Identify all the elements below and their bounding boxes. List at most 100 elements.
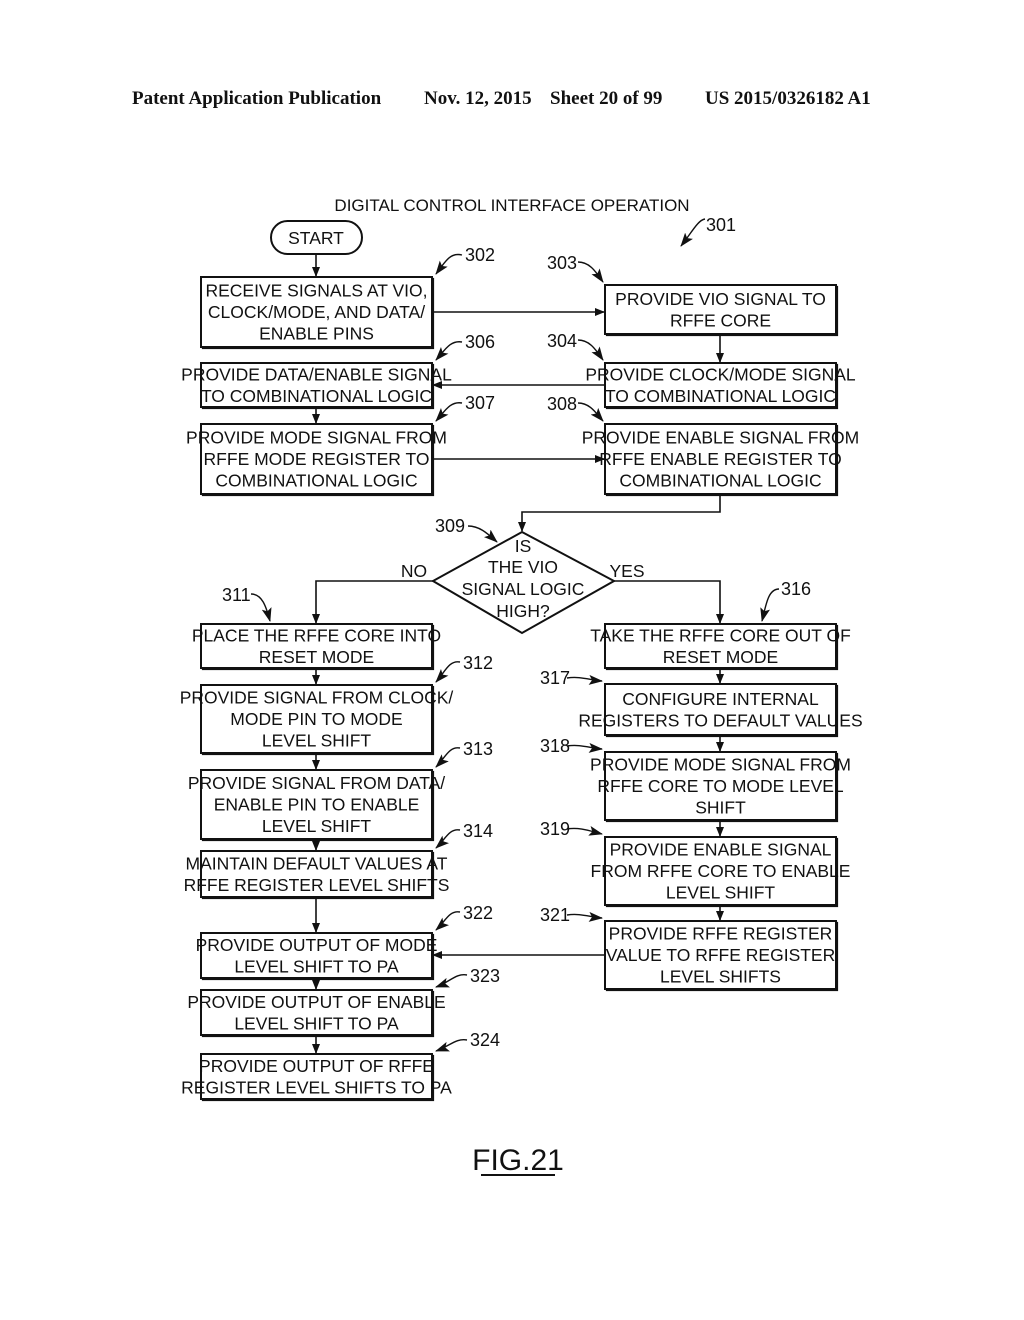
box-text-line: REGISTERS TO DEFAULT VALUES (578, 710, 862, 730)
box-text-line: PROVIDE DATA/ENABLE SIGNAL (181, 364, 452, 384)
box-text-line: PROVIDE VIO SIGNAL TO (615, 289, 826, 309)
process-box-322: PROVIDE OUTPUT OF MODELEVEL SHIFT TO PA (196, 932, 438, 981)
reference-numeral-324: 324 (470, 1030, 500, 1050)
box-text-line: LEVEL SHIFT (262, 731, 372, 751)
box-text-line: RESET MODE (259, 647, 374, 667)
box-text-line: PROVIDE OUTPUT OF MODE (196, 935, 438, 955)
reference-numeral-319: 319 (540, 819, 570, 839)
reference-leader-309 (467, 525, 498, 543)
reference-leader-304 (577, 339, 604, 361)
reference-leader-303 (577, 261, 604, 283)
box-text-line: CLOCK/MODE, AND DATA/ (208, 302, 425, 322)
reference-numeral-316: 316 (781, 579, 811, 599)
box-text-line: RFFE REGISTER LEVEL SHIFTS (184, 875, 450, 895)
decision-text-line: SIGNAL LOGIC (462, 579, 585, 599)
box-text-line: RECEIVE SIGNALS AT VIO, (205, 281, 427, 301)
reference-leader-312 (435, 661, 461, 683)
reference-leader-307 (435, 402, 463, 422)
box-text-line: RFFE ENABLE REGISTER TO (599, 449, 841, 469)
reference-numeral-323: 323 (470, 966, 500, 986)
reference-leader-311 (250, 593, 272, 622)
reference-leader-317 (566, 674, 603, 685)
reference-numeral-306: 306 (465, 332, 495, 352)
reference-numeral-304: 304 (547, 331, 577, 351)
process-box-324: PROVIDE OUTPUT OF RFFEREGISTER LEVEL SHI… (181, 1053, 452, 1102)
box-text-line: TO COMBINATIONAL LOGIC (605, 386, 836, 406)
reference-numeral-308: 308 (547, 394, 577, 414)
box-text-line: PROVIDE RFFE REGISTER (609, 924, 833, 944)
box-text-line: RFFE CORE (670, 310, 771, 330)
connector-309-yes-to-316 (614, 580, 724, 624)
box-text-line: PROVIDE CLOCK/MODE SIGNAL (585, 364, 856, 384)
process-box-307: PROVIDE MODE SIGNAL FROMRFFE MODE REGIST… (186, 423, 447, 497)
reference-leader-318 (566, 742, 603, 753)
box-text-line: CONFIGURE INTERNAL (622, 689, 819, 709)
box-text-line: RFFE CORE TO MODE LEVEL (597, 776, 844, 796)
reference-numeral-312: 312 (463, 653, 493, 673)
box-text-line: LEVEL SHIFT (666, 883, 776, 903)
reference-leader-313 (435, 747, 461, 768)
reference-leader-314 (435, 829, 461, 849)
reference-numeral-322: 322 (463, 903, 493, 923)
reference-numeral-314: 314 (463, 821, 493, 841)
box-text-line: MAINTAIN DEFAULT VALUES AT (186, 853, 448, 873)
diagram-title: DIGITAL CONTROL INTERFACE OPERATION (334, 196, 689, 215)
decision-text-line: IS (515, 536, 532, 556)
reference-leader-324 (435, 1038, 468, 1052)
box-text-line: PROVIDE OUTPUT OF ENABLE (187, 992, 445, 1012)
reference-leader-316 (760, 588, 780, 622)
process-box-318: PROVIDE MODE SIGNAL FROMRFFE CORE TO MOD… (590, 751, 851, 823)
process-box-313: PROVIDE SIGNAL FROM DATA/ENABLE PIN TO E… (188, 769, 445, 842)
reference-numeral-301: 301 (706, 215, 736, 235)
box-text-line: PROVIDE MODE SIGNAL FROM (590, 755, 851, 775)
box-text-line: LEVEL SHIFT (262, 816, 372, 836)
connector-308-to-309 (518, 494, 721, 532)
box-text-line: COMBINATIONAL LOGIC (215, 471, 417, 491)
figure-label: FIG.21 (472, 1144, 564, 1177)
process-box-319: PROVIDE ENABLE SIGNALFROM RFFE CORE TO E… (591, 836, 850, 908)
process-box-304: PROVIDE CLOCK/MODE SIGNALTO COMBINATIONA… (585, 362, 856, 410)
box-text-line: PROVIDE SIGNAL FROM CLOCK/ (180, 688, 454, 708)
reference-numeral-313: 313 (463, 739, 493, 759)
box-text-line: TAKE THE RFFE CORE OUT OF (590, 625, 851, 645)
reference-leader-319 (566, 825, 603, 836)
process-box-321: PROVIDE RFFE REGISTERVALUE TO RFFE REGIS… (604, 920, 839, 992)
process-box-323: PROVIDE OUTPUT OF ENABLELEVEL SHIFT TO P… (187, 989, 446, 1038)
box-text-line: TO COMBINATIONAL LOGIC (201, 386, 432, 406)
reference-leader-301 (680, 218, 706, 247)
box-text-line: ENABLE PINS (259, 324, 374, 344)
decision-text-line: HIGH? (496, 601, 550, 621)
connector-309-no-to-311 (312, 580, 433, 624)
reference-leader-322 (435, 911, 461, 931)
process-box-302: RECEIVE SIGNALS AT VIO,CLOCK/MODE, AND D… (200, 276, 435, 350)
process-box-303: PROVIDE VIO SIGNAL TORFFE CORE (604, 284, 839, 337)
reference-numeral-302: 302 (465, 245, 495, 265)
box-text-line: ENABLE PIN TO ENABLE (214, 795, 420, 815)
reference-numeral-307: 307 (465, 393, 495, 413)
yes-branch-label: YES (609, 561, 644, 581)
process-box-306: PROVIDE DATA/ENABLE SIGNALTO COMBINATION… (181, 362, 452, 410)
process-box-317: CONFIGURE INTERNALREGISTERS TO DEFAULT V… (578, 683, 863, 738)
reference-leader-308 (577, 402, 604, 422)
start-terminal: START (270, 220, 363, 255)
process-box-316: TAKE THE RFFE CORE OUT OFRESET MODE (590, 623, 851, 671)
box-text-line: SHIFT (695, 798, 746, 818)
decision-text-line: THE VIO (488, 557, 558, 577)
box-text-line: MODE PIN TO MODE (230, 709, 402, 729)
start-label: START (288, 228, 344, 248)
flowchart: DIGITAL CONTROL INTERFACE OPERATION RECE… (180, 196, 863, 1177)
box-text-line: PROVIDE MODE SIGNAL FROM (186, 428, 447, 448)
decision-diamond: ISTHE VIOSIGNAL LOGICHIGH? NO YES (401, 530, 645, 635)
reference-numeral-321: 321 (540, 905, 570, 925)
box-text-line: PROVIDE OUTPUT OF RFFE (199, 1056, 434, 1076)
box-text-line: PROVIDE SIGNAL FROM DATA/ (188, 773, 445, 793)
box-text-line: COMBINATIONAL LOGIC (619, 471, 821, 491)
reference-leader-321 (566, 911, 603, 922)
box-text-line: VALUE TO RFFE REGISTER (606, 945, 836, 965)
reference-leader-302 (435, 253, 463, 275)
nodes: RECEIVE SIGNALS AT VIO,CLOCK/MODE, AND D… (180, 220, 863, 1102)
box-text-line: RESET MODE (663, 647, 778, 667)
box-text-line: REGISTER LEVEL SHIFTS TO PA (181, 1077, 452, 1097)
process-box-312: PROVIDE SIGNAL FROM CLOCK/MODE PIN TO MO… (180, 684, 454, 756)
box-text-line: PROVIDE ENABLE SIGNAL (610, 840, 832, 860)
